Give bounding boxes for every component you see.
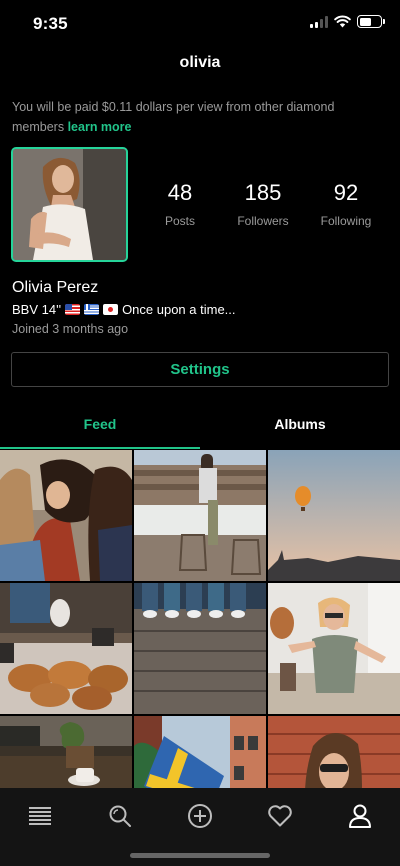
posts-count: 48 — [167, 180, 193, 205]
tab-albums[interactable]: Albums — [200, 405, 400, 451]
heart-icon[interactable] — [260, 796, 300, 836]
following-stat[interactable]: 92 Following — [306, 180, 386, 228]
feed-list-icon[interactable] — [20, 796, 60, 836]
following-count: 92 — [333, 180, 359, 205]
status-time: 9:35 — [33, 14, 68, 33]
active-tab-indicator — [0, 447, 200, 449]
profile-name: Olivia Perez — [12, 279, 99, 296]
joined-date: Joined 3 months ago — [12, 322, 129, 336]
photo-balcony-chairs[interactable] — [134, 450, 266, 581]
learn-more-link[interactable]: learn more — [68, 120, 132, 134]
flag-japan-icon — [103, 304, 119, 315]
search-icon[interactable] — [100, 796, 140, 836]
battery-icon — [357, 15, 385, 28]
photo-cinnamon-buns[interactable] — [0, 583, 132, 714]
payout-notice: You will be paid $0.11 dollars per view … — [12, 97, 382, 137]
home-indicator[interactable] — [130, 853, 270, 858]
tab-feed[interactable]: Feed — [0, 405, 200, 451]
profile-avatar[interactable] — [11, 147, 128, 262]
photo-feet-on-deck[interactable] — [134, 583, 266, 714]
status-bar: 9:35 — [0, 0, 400, 46]
followers-count: 185 — [244, 180, 282, 205]
profile-icon[interactable] — [340, 796, 380, 836]
status-icons — [310, 15, 385, 28]
following-label: Following — [320, 214, 372, 228]
posts-label: Posts — [164, 214, 195, 228]
bio-prefix: BBV 14'' — [12, 302, 62, 317]
followers-label: Followers — [237, 214, 289, 228]
photo-woman-with-hat[interactable] — [268, 583, 400, 714]
settings-button[interactable]: Settings — [11, 352, 389, 387]
followers-stat[interactable]: 185 Followers — [223, 180, 303, 228]
flag-us-icon — [65, 304, 81, 315]
cellular-signal-icon — [310, 15, 328, 28]
photo-friends-laughing[interactable] — [0, 450, 132, 581]
flag-greece-icon — [84, 304, 100, 315]
photo-hot-air-balloon[interactable] — [268, 450, 400, 581]
wifi-icon — [334, 15, 351, 28]
page-title: olivia — [179, 54, 221, 71]
profile-bio: BBV 14'' Once upon a time... — [12, 302, 236, 317]
posts-stat[interactable]: 48 Posts — [140, 180, 220, 228]
bio-text: Once upon a time... — [122, 302, 236, 317]
add-post-icon[interactable] — [180, 796, 220, 836]
payout-text: You will be paid $0.11 dollars per view … — [12, 100, 335, 134]
